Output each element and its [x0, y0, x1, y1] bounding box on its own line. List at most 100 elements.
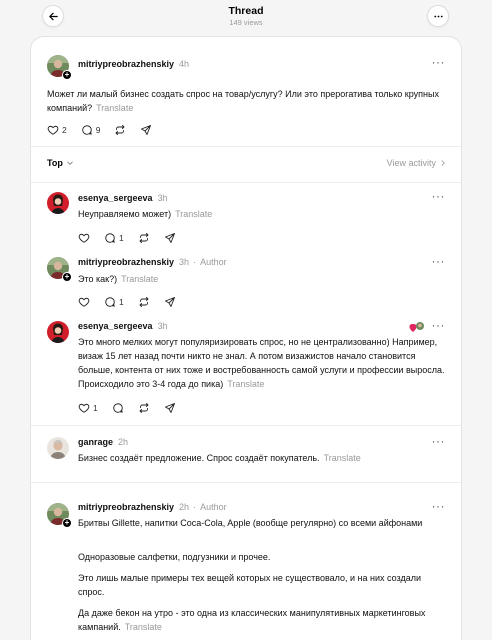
reply-header: ganrage 2h: [78, 437, 128, 447]
sort-dropdown[interactable]: Top: [47, 158, 74, 168]
reply-actions: 1: [78, 402, 190, 414]
reply-text: Это много мелких могут популяризировать …: [78, 335, 446, 391]
reply-more-icon[interactable]: ···: [432, 499, 446, 513]
separator-dot: ·: [193, 502, 197, 512]
divider: [31, 482, 461, 483]
repost-button[interactable]: [138, 296, 150, 308]
divider: [31, 425, 461, 426]
reply-button[interactable]: 1: [104, 232, 124, 244]
translate-link[interactable]: Translate: [175, 209, 212, 219]
translate-link[interactable]: Translate: [324, 453, 361, 463]
heart-icon: [47, 124, 59, 136]
view-activity-link[interactable]: View activity: [387, 158, 447, 168]
username[interactable]: mitriypreobrazhenskiy: [78, 257, 174, 267]
comment-icon: [104, 232, 116, 244]
heart-icon: [78, 232, 90, 244]
avatar[interactable]: [47, 321, 69, 343]
page-title: Thread: [228, 5, 264, 17]
title-block: Thread 149 views: [0, 5, 492, 27]
avatar[interactable]: +: [47, 55, 72, 80]
author-badge: Author: [200, 502, 227, 512]
username[interactable]: esenya_sergeeva: [78, 321, 153, 331]
reply-count: 9: [95, 125, 101, 135]
like-button[interactable]: 1: [78, 402, 98, 414]
reply-button[interactable]: [112, 402, 124, 414]
avatar[interactable]: [47, 192, 69, 214]
repost-button[interactable]: [138, 232, 150, 244]
send-icon: [164, 402, 176, 414]
send-icon: [164, 232, 176, 244]
chevron-down-icon: [67, 161, 73, 165]
more-horizontal-icon: [433, 15, 443, 17]
reply-text: Бизнес создаёт предложение. Спрос создаё…: [78, 451, 446, 465]
timestamp: 3h: [179, 257, 190, 267]
reply-more-icon[interactable]: ···: [432, 189, 446, 203]
share-button[interactable]: [164, 296, 176, 308]
translate-link[interactable]: Translate: [121, 274, 158, 284]
reply-count: 1: [119, 297, 124, 307]
comment-icon: [81, 124, 93, 136]
translate-link[interactable]: Translate: [125, 622, 162, 632]
share-button[interactable]: [164, 232, 176, 244]
translate-link[interactable]: Translate: [227, 379, 264, 389]
avatar[interactable]: +: [47, 257, 72, 282]
separator-dot: ·: [193, 257, 197, 267]
reply-header: esenya_sergeeva 3h: [78, 193, 168, 203]
timestamp: 4h: [179, 59, 190, 69]
timestamp: 2h: [179, 502, 190, 512]
like-button[interactable]: 2: [47, 124, 67, 136]
reply-body: Бритвы Gillette, напитки Coca-Cola, Appl…: [78, 518, 423, 528]
reply-more-icon[interactable]: ···: [432, 318, 446, 332]
username[interactable]: ganrage: [78, 437, 113, 447]
share-button[interactable]: [164, 402, 176, 414]
reply-header: mitriypreobrazhenskiy 3h · Author: [78, 257, 227, 267]
like-button[interactable]: [78, 232, 90, 244]
reply-paragraph: Одноразовые салфетки, подгузники и проче…: [78, 550, 446, 564]
more-button[interactable]: [427, 5, 449, 27]
reply-more-icon[interactable]: ···: [432, 254, 446, 268]
follow-plus-icon[interactable]: +: [62, 518, 72, 528]
repost-icon: [114, 124, 126, 136]
reply-body: Это лишь малые примеры тех вещей которых…: [78, 573, 421, 597]
post-more-icon[interactable]: ···: [432, 55, 446, 69]
sort-bar: Top View activity: [47, 158, 447, 172]
timestamp: 2h: [118, 437, 129, 447]
divider: [31, 182, 461, 183]
share-button[interactable]: [140, 124, 152, 136]
like-count: 1: [93, 403, 98, 413]
timestamp: 3h: [157, 193, 168, 203]
reply-header: esenya_sergeeva 3h: [78, 321, 168, 331]
avatar[interactable]: [47, 437, 69, 459]
repost-icon: [138, 232, 150, 244]
divider: [31, 146, 461, 147]
reply-paragraph: Да даже бекон на утро - это одна из клас…: [78, 606, 446, 634]
repost-button[interactable]: [114, 124, 126, 136]
follow-plus-icon[interactable]: +: [62, 70, 72, 80]
comment-icon: [104, 296, 116, 308]
reply-button[interactable]: 9: [81, 124, 101, 136]
reply-actions: 1: [78, 232, 190, 244]
avatar[interactable]: +: [47, 503, 72, 528]
reply-button[interactable]: 1: [104, 296, 124, 308]
view-activity-label: View activity: [386, 158, 436, 168]
author-badge: Author: [200, 257, 227, 267]
avatar-photo-icon: [47, 192, 69, 214]
post-text: Может ли малый бизнес создать спрос на т…: [47, 87, 447, 115]
reply-more-icon[interactable]: ···: [432, 434, 446, 448]
repost-button[interactable]: [138, 402, 150, 414]
send-icon: [164, 296, 176, 308]
username[interactable]: esenya_sergeeva: [78, 193, 153, 203]
reply-body: Неуправляемо может): [78, 209, 172, 219]
reply-actions: 1: [78, 296, 190, 308]
like-button[interactable]: [78, 296, 90, 308]
reply-text: Это как?) Translate: [78, 272, 446, 286]
username[interactable]: mitriypreobrazhenskiy: [78, 502, 174, 512]
avatar-photo-icon: [47, 321, 69, 343]
follow-plus-icon[interactable]: +: [62, 272, 72, 282]
timestamp: 3h: [157, 321, 168, 331]
sort-label: Top: [47, 158, 63, 168]
username[interactable]: mitriypreobrazhenskiy: [78, 59, 174, 69]
like-count: 2: [62, 125, 67, 135]
chevron-right-icon: [441, 160, 445, 166]
translate-link[interactable]: Translate: [96, 103, 133, 113]
